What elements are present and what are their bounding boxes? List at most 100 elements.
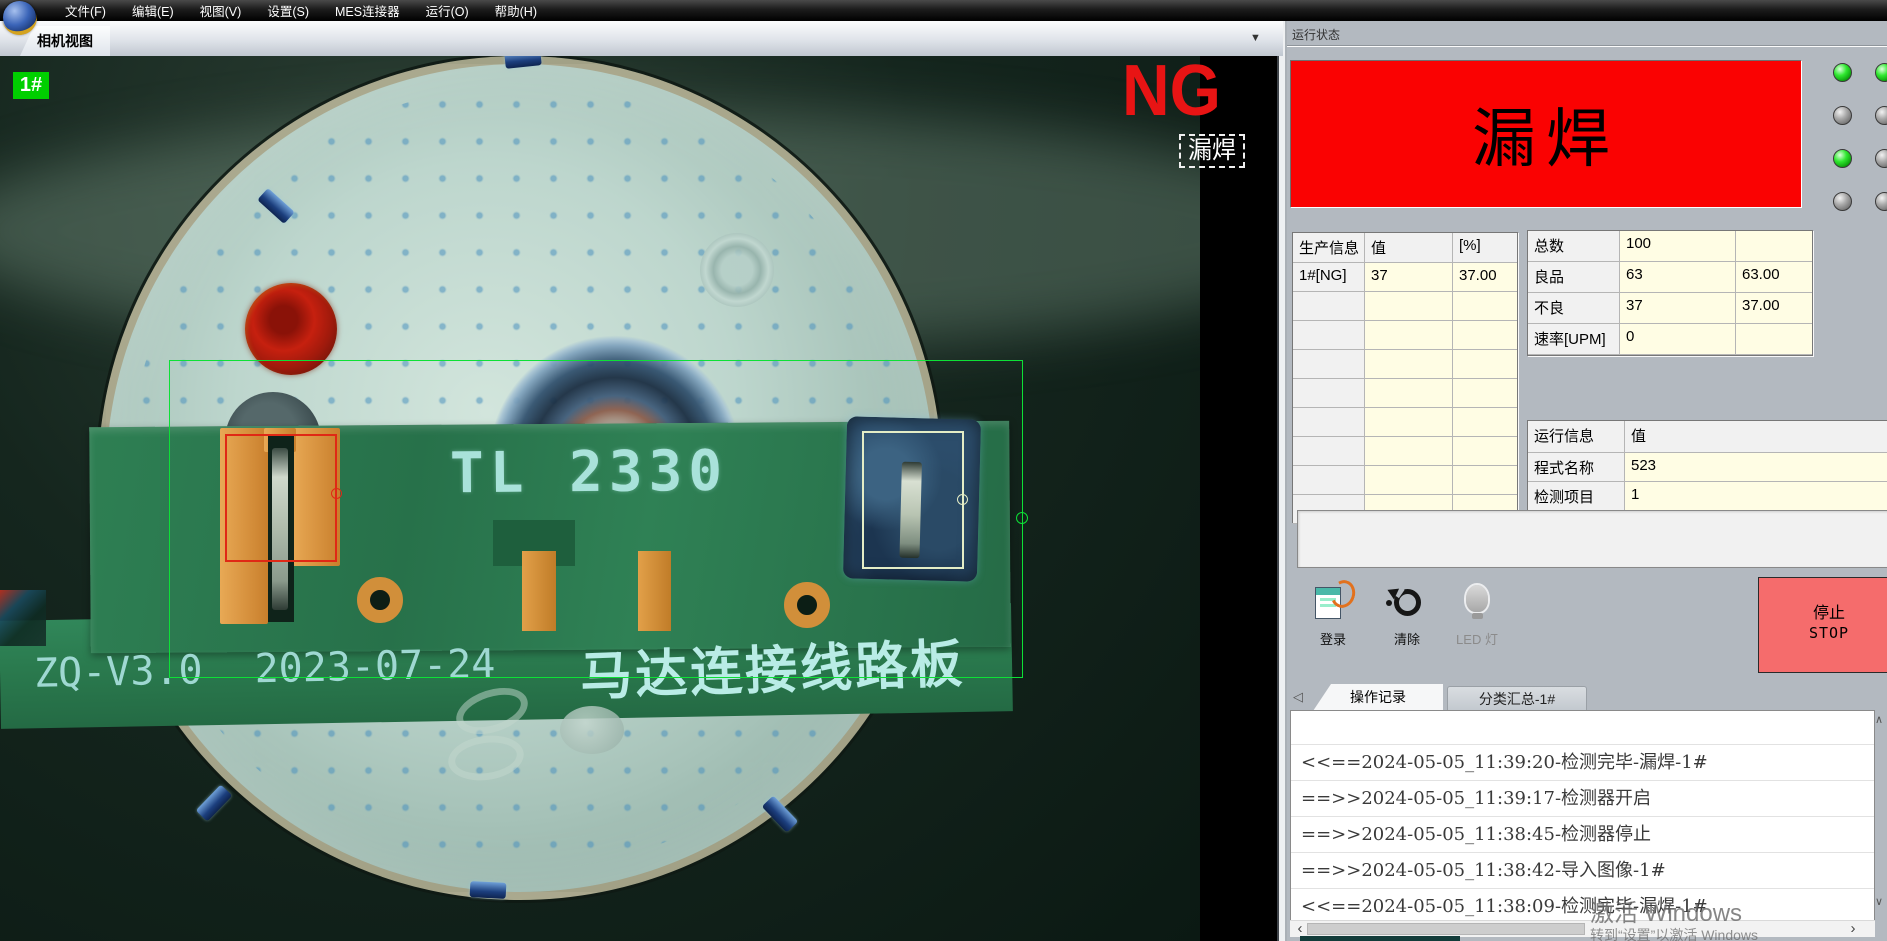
pcb-left-component — [0, 590, 46, 646]
table-row — [1293, 437, 1517, 466]
operation-log-list: <<==2024-05-05_11:39:20-检测完毕-漏焊-1# ==>>2… — [1290, 710, 1875, 922]
menu-mes-connector[interactable]: MES连接器 — [322, 1, 413, 20]
stat-label: 速率[UPM] — [1528, 324, 1620, 355]
stat-percent — [1736, 231, 1812, 262]
table-row — [1293, 466, 1517, 495]
panel-divider — [1287, 45, 1887, 47]
stat-value: 63 — [1620, 262, 1736, 293]
status-led — [1875, 106, 1887, 125]
menu-run[interactable]: 运行(O) — [413, 1, 482, 20]
camera-image: TL 2330 ZQ-V3.02023-07-24 马达连接线路板 1# — [0, 56, 1200, 941]
menu-bar: 文件(F) 编辑(E) 视图(V) 设置(S) MES连接器 运行(O) 帮助(… — [0, 0, 1887, 21]
document-tab-strip: 相机视图 ▼ — [0, 21, 1283, 56]
table-row: 良品 63 63.00 — [1528, 262, 1812, 293]
menu-help[interactable]: 帮助(H) — [482, 1, 550, 20]
table-row — [1293, 321, 1517, 350]
column-header: [%] — [1453, 233, 1517, 263]
table-row — [1293, 350, 1517, 379]
status-led — [1875, 63, 1887, 82]
table-row — [1293, 379, 1517, 408]
column-header: 生产信息 — [1293, 233, 1365, 263]
scroll-left-icon[interactable]: ‹ — [1292, 921, 1308, 937]
log-entry[interactable]: <<==2024-05-05_11:39:20-检测完毕-漏焊-1# — [1291, 745, 1874, 781]
scroll-down-icon[interactable]: ∨ — [1875, 895, 1883, 908]
pass-rect-handle[interactable] — [957, 494, 968, 505]
clear-button[interactable]: 清除 — [1377, 583, 1437, 648]
roi-handle[interactable] — [1016, 512, 1028, 524]
app-window: 文件(F) 编辑(E) 视图(V) 设置(S) MES连接器 运行(O) 帮助(… — [0, 0, 1887, 941]
tab-class-summary[interactable]: 分类汇总-1# — [1447, 686, 1587, 711]
menu-file[interactable]: 文件(F) — [52, 1, 119, 20]
table-row — [1293, 408, 1517, 437]
message-box — [1297, 510, 1887, 568]
menu-settings[interactable]: 设置(S) — [254, 1, 322, 20]
cell-percent: 37.00 — [1453, 263, 1517, 292]
defect-rect-handle[interactable] — [331, 488, 342, 499]
tab-operation-log[interactable]: 操作记录 — [1313, 684, 1443, 711]
login-button[interactable]: 登录 — [1303, 583, 1363, 648]
info-value: 523 — [1625, 453, 1887, 482]
status-led — [1875, 192, 1887, 211]
pane-splitter[interactable] — [1277, 21, 1287, 941]
stop-label-en: STOP — [1759, 624, 1887, 642]
stat-percent: 63.00 — [1736, 262, 1812, 293]
table-row: 程式名称 523 — [1528, 453, 1887, 482]
stats-table: 总数 100 良品 63 63.00 不良 37 37.00 速率[UPM] 0 — [1527, 230, 1813, 356]
status-led — [1875, 149, 1887, 168]
bulb-icon — [1455, 583, 1499, 623]
camera-id-badge: 1# — [13, 72, 49, 99]
upper-right-rivet — [700, 233, 774, 307]
tab-camera-view[interactable]: 相机视图 — [20, 26, 110, 56]
table-row: 总数 100 — [1528, 231, 1812, 262]
cell-camera: 1#[NG] — [1293, 263, 1365, 292]
result-ng-label: NG — [1122, 48, 1221, 132]
production-table: 生产信息 值 [%] 1#[NG] 37 37.00 — [1292, 232, 1518, 523]
defect-banner: 漏焊 — [1290, 60, 1802, 208]
cell-value: 37 — [1365, 263, 1453, 292]
defect-tag: 漏焊 — [1179, 134, 1245, 168]
pass-detect-rect[interactable] — [862, 431, 964, 569]
log-entry[interactable]: ==>>2024-05-05_11:39:17-检测器开启 — [1291, 781, 1874, 817]
log-empty-row — [1291, 711, 1874, 745]
windows-activation-watermark: 激活 Windows — [1590, 893, 1742, 928]
log-entry[interactable]: ==>>2024-05-05_11:38:45-检测器停止 — [1291, 817, 1874, 853]
info-label: 程式名称 — [1528, 453, 1625, 482]
stat-label: 总数 — [1528, 231, 1620, 262]
camera-letterbox — [1200, 56, 1277, 941]
status-led — [1833, 149, 1852, 168]
panel-title: 运行状态 — [1292, 26, 1340, 43]
stat-percent: 37.00 — [1736, 293, 1812, 324]
info-value: 1 — [1625, 482, 1887, 511]
log-entry[interactable]: ==>>2024-05-05_11:38:42-导入图像-1# — [1291, 853, 1874, 889]
chevron-down-icon[interactable]: ▼ — [1250, 32, 1261, 44]
stop-button[interactable]: 停止 STOP — [1758, 577, 1887, 673]
column-header: 运行信息 — [1528, 421, 1625, 453]
column-header: 值 — [1365, 233, 1453, 263]
defect-detect-rect[interactable] — [225, 434, 337, 562]
scrollbar-thumb[interactable] — [1307, 923, 1585, 935]
embossed-oval — [560, 706, 624, 754]
rim-tab — [470, 881, 507, 899]
windows-activation-hint: 转到“设置”以激活 Windows — [1590, 925, 1758, 941]
taskbar-sliver — [1300, 936, 1460, 941]
column-header: 值 — [1625, 421, 1887, 453]
led-light-button[interactable]: LED 灯 — [1447, 583, 1507, 648]
status-led — [1833, 63, 1852, 82]
scroll-up-icon[interactable]: ∧ — [1875, 713, 1883, 726]
menu-view[interactable]: 视图(V) — [187, 1, 255, 20]
app-logo-icon — [3, 1, 36, 34]
info-label: 检测项目 — [1528, 482, 1625, 511]
status-led — [1833, 192, 1852, 211]
stop-label-cn: 停止 — [1759, 604, 1887, 624]
tab-scroll-left-icon[interactable]: ◁ — [1293, 689, 1303, 705]
stat-value: 100 — [1620, 231, 1736, 262]
horizontal-scrollbar[interactable]: ‹ › — [1290, 920, 1875, 937]
camera-pane: TL 2330 ZQ-V3.02023-07-24 马达连接线路板 1# — [0, 56, 1277, 941]
table-row: 速率[UPM] 0 — [1528, 324, 1812, 355]
stat-label: 不良 — [1528, 293, 1620, 324]
table-row — [1293, 292, 1517, 321]
scroll-right-icon[interactable]: › — [1845, 921, 1861, 937]
menu-edit[interactable]: 编辑(E) — [119, 1, 187, 20]
stat-percent — [1736, 324, 1812, 355]
stat-value: 0 — [1620, 324, 1736, 355]
